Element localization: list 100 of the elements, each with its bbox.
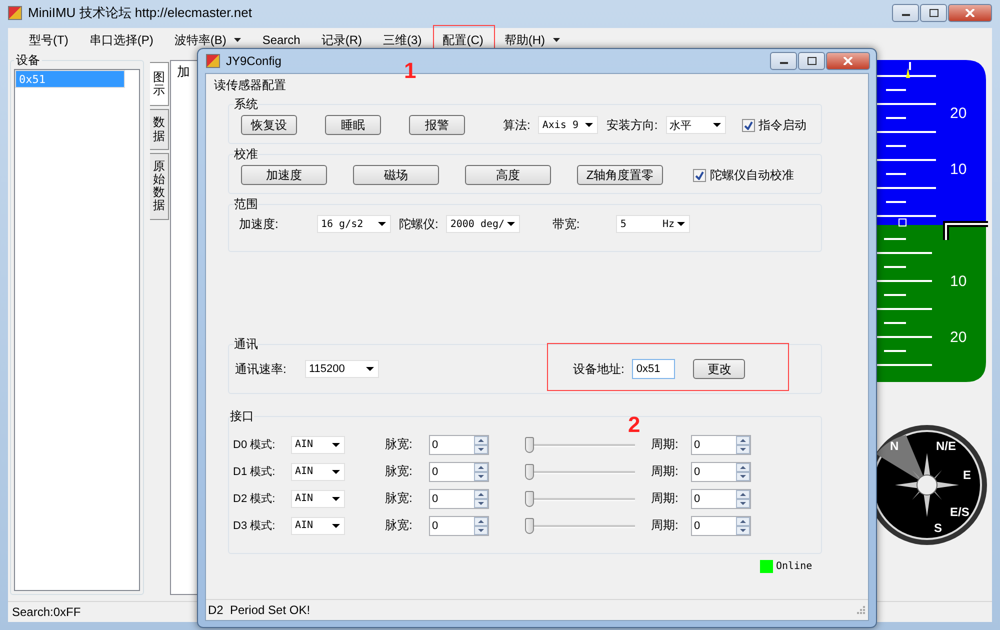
- menu-item[interactable]: 三维(3): [376, 30, 429, 50]
- compass-label: E: [963, 468, 972, 482]
- dropdown[interactable]: AIN: [291, 436, 345, 454]
- minimize-button[interactable]: [892, 4, 919, 22]
- spin-field[interactable]: 0: [691, 434, 751, 454]
- dropdown[interactable]: AIN: [291, 516, 345, 534]
- action-button[interactable]: 加速度: [241, 165, 327, 185]
- app-icon: [206, 54, 220, 68]
- caret-icon: [332, 524, 340, 528]
- window-title: MiniIMU 技术论坛 http://elecmaster.net: [28, 4, 252, 22]
- menu-item[interactable]: 波特率(B): [167, 30, 248, 50]
- field-label: 周期:: [651, 436, 680, 453]
- action-button[interactable]: 高度: [465, 165, 551, 185]
- spin-field[interactable]: 0: [691, 462, 751, 482]
- close-button[interactable]: [826, 52, 870, 70]
- caret-icon: [332, 496, 340, 500]
- spin-field[interactable]: 0: [691, 516, 751, 536]
- slider[interactable]: [525, 516, 635, 536]
- side-tab[interactable]: 数据: [150, 109, 169, 150]
- spin-arrows-icon: [474, 490, 488, 508]
- checkbox[interactable]: [742, 118, 755, 132]
- caret-icon: [332, 442, 340, 446]
- caret-icon: [332, 470, 340, 474]
- dropdown[interactable]: 115200: [305, 360, 379, 378]
- port-label: D1 模式:: [233, 465, 276, 479]
- side-tab[interactable]: 原始数据: [150, 152, 169, 220]
- slider[interactable]: [525, 488, 635, 508]
- dropdown[interactable]: 16 g/s2: [317, 215, 391, 233]
- spin-arrows-icon: [474, 516, 488, 534]
- scale-label: 20: [950, 329, 967, 346]
- group-title: 接口: [230, 408, 254, 425]
- scale-label: 10: [950, 273, 967, 290]
- maximize-icon: [928, 9, 938, 17]
- caret-icon: [553, 38, 560, 42]
- action-button[interactable]: 恢复设: [241, 115, 297, 135]
- field-label: 设备地址:: [573, 360, 624, 378]
- checkbox[interactable]: [693, 168, 706, 182]
- menu-item[interactable]: 串口选择(P): [82, 30, 160, 50]
- slider[interactable]: [525, 462, 635, 482]
- maximize-button[interactable]: [798, 52, 825, 70]
- spin-field[interactable]: 0: [429, 516, 489, 536]
- compass-label: E/S: [950, 505, 970, 519]
- close-icon: [843, 57, 853, 65]
- menu-item[interactable]: Search: [255, 31, 308, 49]
- status-text: Search:0xFF: [12, 605, 81, 619]
- caret-icon: [378, 222, 386, 226]
- resize-grip-icon[interactable]: [856, 605, 866, 615]
- compass-label: N: [890, 439, 899, 453]
- spin-field[interactable]: 0: [691, 488, 751, 508]
- spin-arrows-icon: [736, 462, 750, 480]
- compass-label: N/E: [936, 439, 956, 453]
- field-label: 脉宽:: [385, 436, 414, 453]
- spin-arrows-icon: [736, 516, 750, 534]
- field-label: 安装方向:: [606, 116, 658, 134]
- scale-label: 20: [950, 105, 967, 122]
- caret-icon: [677, 222, 686, 226]
- spin-field[interactable]: 0: [429, 434, 489, 454]
- address-field[interactable]: 0x51: [632, 359, 676, 379]
- close-button[interactable]: [948, 4, 992, 22]
- group-title: 范围: [234, 196, 258, 213]
- dropdown[interactable]: AIN: [291, 462, 345, 480]
- scale-label: 10: [950, 161, 967, 178]
- field-label: 周期:: [651, 490, 680, 507]
- caret-icon: [585, 123, 594, 127]
- menu-item[interactable]: 型号(T): [22, 30, 76, 50]
- field-label: 带宽:: [552, 216, 581, 232]
- dropdown[interactable]: Axis 9: [538, 116, 598, 134]
- dropdown[interactable]: 2000 deg/: [446, 215, 520, 233]
- spin-field[interactable]: 0: [429, 488, 489, 508]
- menu-item[interactable]: 读传感器配置: [214, 76, 286, 94]
- menu-item[interactable]: 记录(R): [314, 30, 370, 50]
- field-label: 脉宽:: [385, 517, 414, 534]
- port-label: D3 模式:: [233, 519, 276, 533]
- annotation-number: 1: [404, 58, 416, 84]
- port-label: D2 模式:: [233, 492, 276, 506]
- menu-item[interactable]: 帮助(H): [497, 30, 568, 50]
- caret-icon: [507, 222, 516, 226]
- dropdown[interactable]: AIN: [291, 490, 345, 508]
- slider[interactable]: [525, 434, 635, 454]
- action-button[interactable]: 磁场: [353, 165, 439, 185]
- checkbox-label: 陀螺仪自动校准: [710, 166, 794, 184]
- field-label: 周期:: [651, 463, 680, 480]
- panel-text: 加: [177, 63, 190, 81]
- apply-button[interactable]: 更改: [693, 359, 746, 379]
- field-label: 脉宽:: [385, 490, 414, 507]
- maximize-button[interactable]: [920, 4, 947, 22]
- side-tab[interactable]: 图示: [150, 62, 169, 106]
- spin-field[interactable]: 0: [429, 462, 489, 482]
- spin-arrows-icon: [736, 436, 750, 454]
- action-button[interactable]: 报警: [409, 115, 465, 135]
- spin-arrows-icon: [474, 436, 488, 454]
- dropdown[interactable]: 水平: [666, 116, 726, 134]
- action-button[interactable]: 睡眠: [325, 115, 381, 135]
- compass-label: S: [934, 521, 942, 535]
- field-label: 周期:: [651, 517, 680, 534]
- annotation-number: 2: [628, 412, 640, 438]
- app-icon: [8, 6, 22, 20]
- action-button[interactable]: Z轴角度置零: [577, 165, 663, 185]
- dropdown[interactable]: 5 Hz: [616, 215, 690, 233]
- minimize-button[interactable]: [770, 52, 797, 70]
